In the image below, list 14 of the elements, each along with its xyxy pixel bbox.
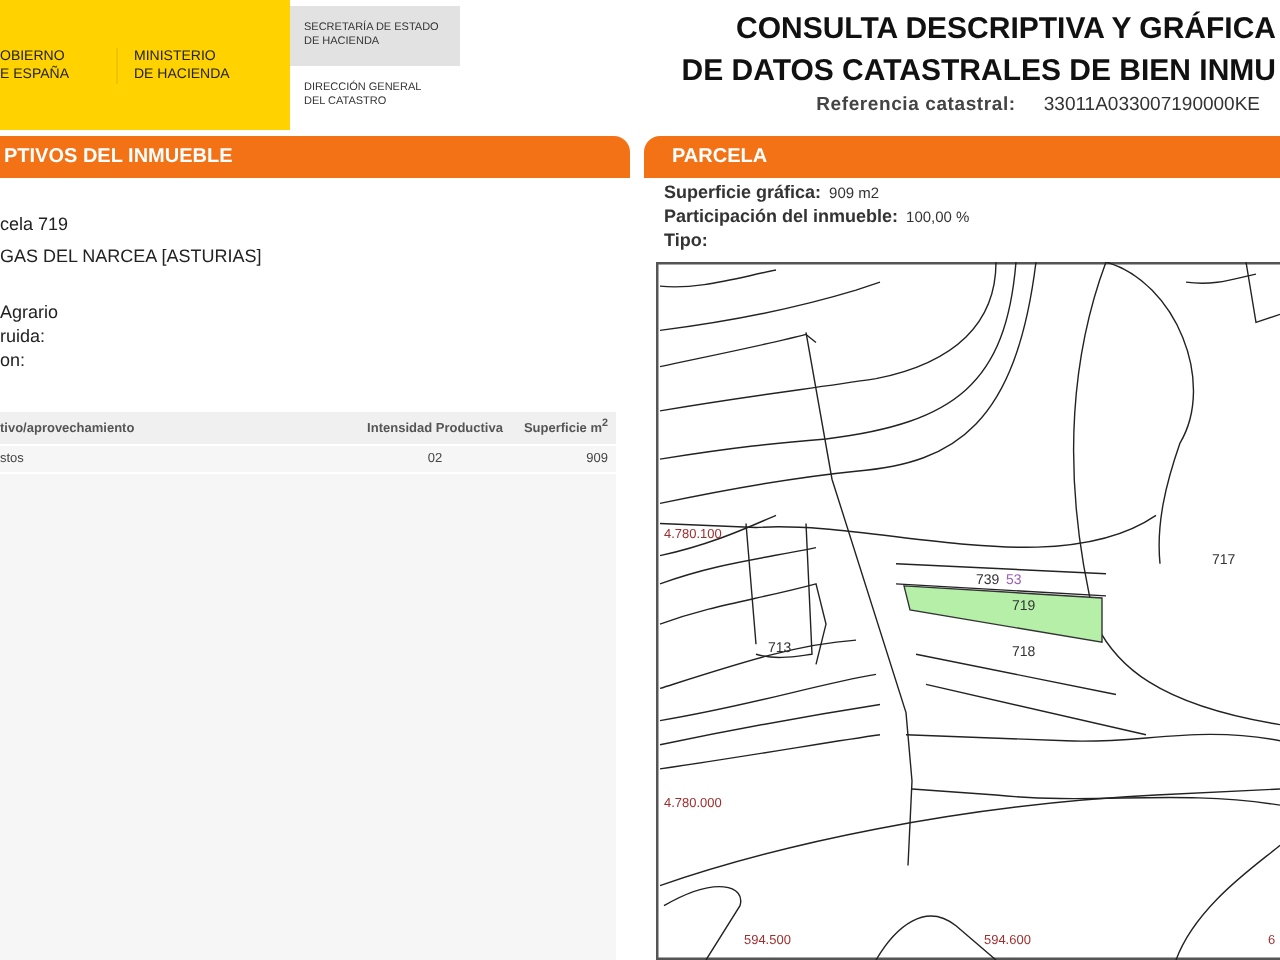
field-text: GAS DEL NARCEA [ASTURIAS] (0, 244, 264, 268)
field-text: ruida: (0, 324, 48, 348)
field-text: cela 719 (0, 212, 71, 236)
reference-value: 33011A033007190000KE (1043, 94, 1260, 116)
page-title: DE DATOS CATASTRALES DE BIEN INMU (681, 52, 1276, 92)
section-header: PARCELA (644, 136, 1280, 178)
reference-label: Referencia catastral: (816, 94, 1016, 116)
field-text: Agrario (0, 300, 61, 324)
field-label: Participación del inmueble: (664, 206, 899, 226)
field-text: on: (0, 348, 28, 372)
field-label: Tipo: (664, 230, 708, 250)
field-label: Superficie gráfica: (664, 182, 822, 202)
page-title: CONSULTA DESCRIPTIVA Y GRÁFICA (735, 9, 1276, 50)
section-header: PTIVOS DEL INMUEBLE (0, 136, 630, 178)
